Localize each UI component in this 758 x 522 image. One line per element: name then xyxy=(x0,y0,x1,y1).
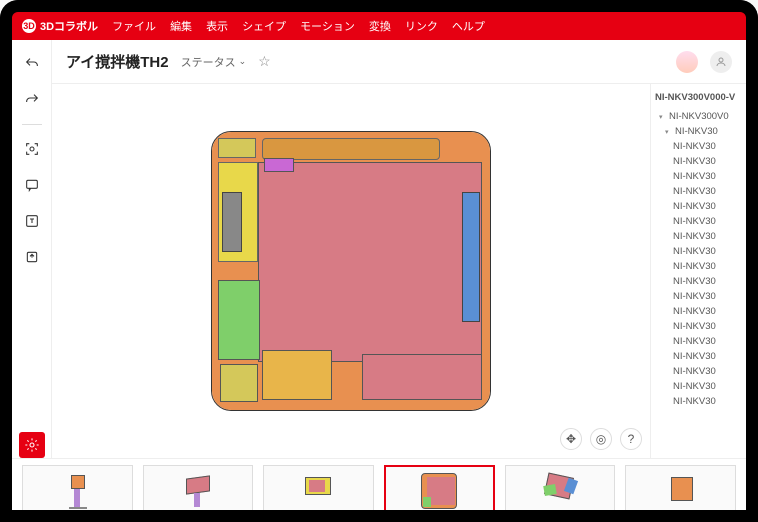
tree-item[interactable]: NI-NKV30 xyxy=(655,214,742,229)
tree-item[interactable]: NI-NKV30 xyxy=(655,379,742,394)
tree-item[interactable]: NI-NKV30 xyxy=(655,184,742,199)
menu-view[interactable]: 表示 xyxy=(206,18,228,34)
menu-edit[interactable]: 編集 xyxy=(170,18,192,34)
thumbnail[interactable] xyxy=(22,465,133,517)
tree-item[interactable]: NI-NKV30 xyxy=(655,199,742,214)
menu-motion[interactable]: モーション xyxy=(300,18,355,34)
model-tree: NI-NKV300V000-V ▾NI-NKV300V0▾NI-NKV30NI-… xyxy=(650,84,746,458)
app-logo[interactable]: 3D 3Dコラボル xyxy=(22,18,98,34)
chevron-down-icon: ⌄ xyxy=(239,56,247,67)
tree-item[interactable]: NI-NKV30 xyxy=(655,304,742,319)
menu-shape[interactable]: シェイプ xyxy=(242,18,286,34)
canvas-controls: ✥ ◎ ? xyxy=(560,428,642,450)
comment-button[interactable] xyxy=(20,173,44,197)
focus-button[interactable] xyxy=(20,137,44,161)
tree-item[interactable]: NI-NKV30 xyxy=(655,169,742,184)
menubar: 3D 3Dコラボル ファイル 編集 表示 シェイプ モーション 変換 リンク ヘ… xyxy=(12,12,746,40)
reset-view-button[interactable]: ◎ xyxy=(590,428,612,450)
thumbnail[interactable] xyxy=(384,465,495,517)
menu-help[interactable]: ヘルプ xyxy=(452,18,485,34)
thumbnail-strip xyxy=(12,458,746,522)
star-button[interactable]: ☆ xyxy=(258,53,271,70)
doc-title: アイ撹拌機TH2 xyxy=(66,51,169,72)
3d-canvas[interactable]: ✥ ◎ ? xyxy=(52,84,650,458)
tree-item[interactable]: NI-NKV30 xyxy=(655,364,742,379)
tree-item[interactable]: ▾NI-NKV300V0 xyxy=(655,109,742,124)
app-name: 3Dコラボル xyxy=(40,18,98,34)
menu-file[interactable]: ファイル xyxy=(112,18,156,34)
tree-item[interactable]: NI-NKV30 xyxy=(655,139,742,154)
help-button[interactable]: ? xyxy=(620,428,642,450)
logo-icon: 3D xyxy=(22,19,36,33)
tree-item[interactable]: NI-NKV30 xyxy=(655,259,742,274)
menu-link[interactable]: リンク xyxy=(405,18,438,34)
chevron-icon: ▾ xyxy=(665,128,672,136)
settings-button[interactable] xyxy=(19,432,45,458)
thumbnail[interactable] xyxy=(143,465,254,517)
tree-item[interactable]: NI-NKV30 xyxy=(655,394,742,409)
left-toolbar xyxy=(12,40,52,458)
tree-item[interactable]: ▾NI-NKV30 xyxy=(655,124,742,139)
undo-button[interactable] xyxy=(20,52,44,76)
tree-item[interactable]: NI-NKV30 xyxy=(655,154,742,169)
thumbnail[interactable] xyxy=(625,465,736,517)
doc-header: アイ撹拌機TH2 ステータス ⌄ ☆ xyxy=(52,40,746,84)
status-dropdown[interactable]: ステータス ⌄ xyxy=(181,54,247,70)
tree-root[interactable]: NI-NKV300V000-V xyxy=(655,92,742,103)
tree-item[interactable]: NI-NKV30 xyxy=(655,274,742,289)
tree-item[interactable]: NI-NKV30 xyxy=(655,289,742,304)
export-button[interactable] xyxy=(20,245,44,269)
redo-button[interactable] xyxy=(20,88,44,112)
tree-item[interactable]: NI-NKV30 xyxy=(655,334,742,349)
share-button[interactable] xyxy=(710,51,732,73)
thumbnail[interactable] xyxy=(263,465,374,517)
tree-item[interactable]: NI-NKV30 xyxy=(655,349,742,364)
user-avatar[interactable] xyxy=(676,51,698,73)
tree-item[interactable]: NI-NKV30 xyxy=(655,244,742,259)
menu-transform[interactable]: 変換 xyxy=(369,18,391,34)
tree-item[interactable]: NI-NKV30 xyxy=(655,319,742,334)
thumbnail[interactable] xyxy=(505,465,616,517)
pan-button[interactable]: ✥ xyxy=(560,428,582,450)
text-button[interactable] xyxy=(20,209,44,233)
chevron-icon: ▾ xyxy=(659,113,666,121)
divider xyxy=(22,124,42,125)
tree-item[interactable]: NI-NKV30 xyxy=(655,229,742,244)
model-view xyxy=(211,131,491,411)
